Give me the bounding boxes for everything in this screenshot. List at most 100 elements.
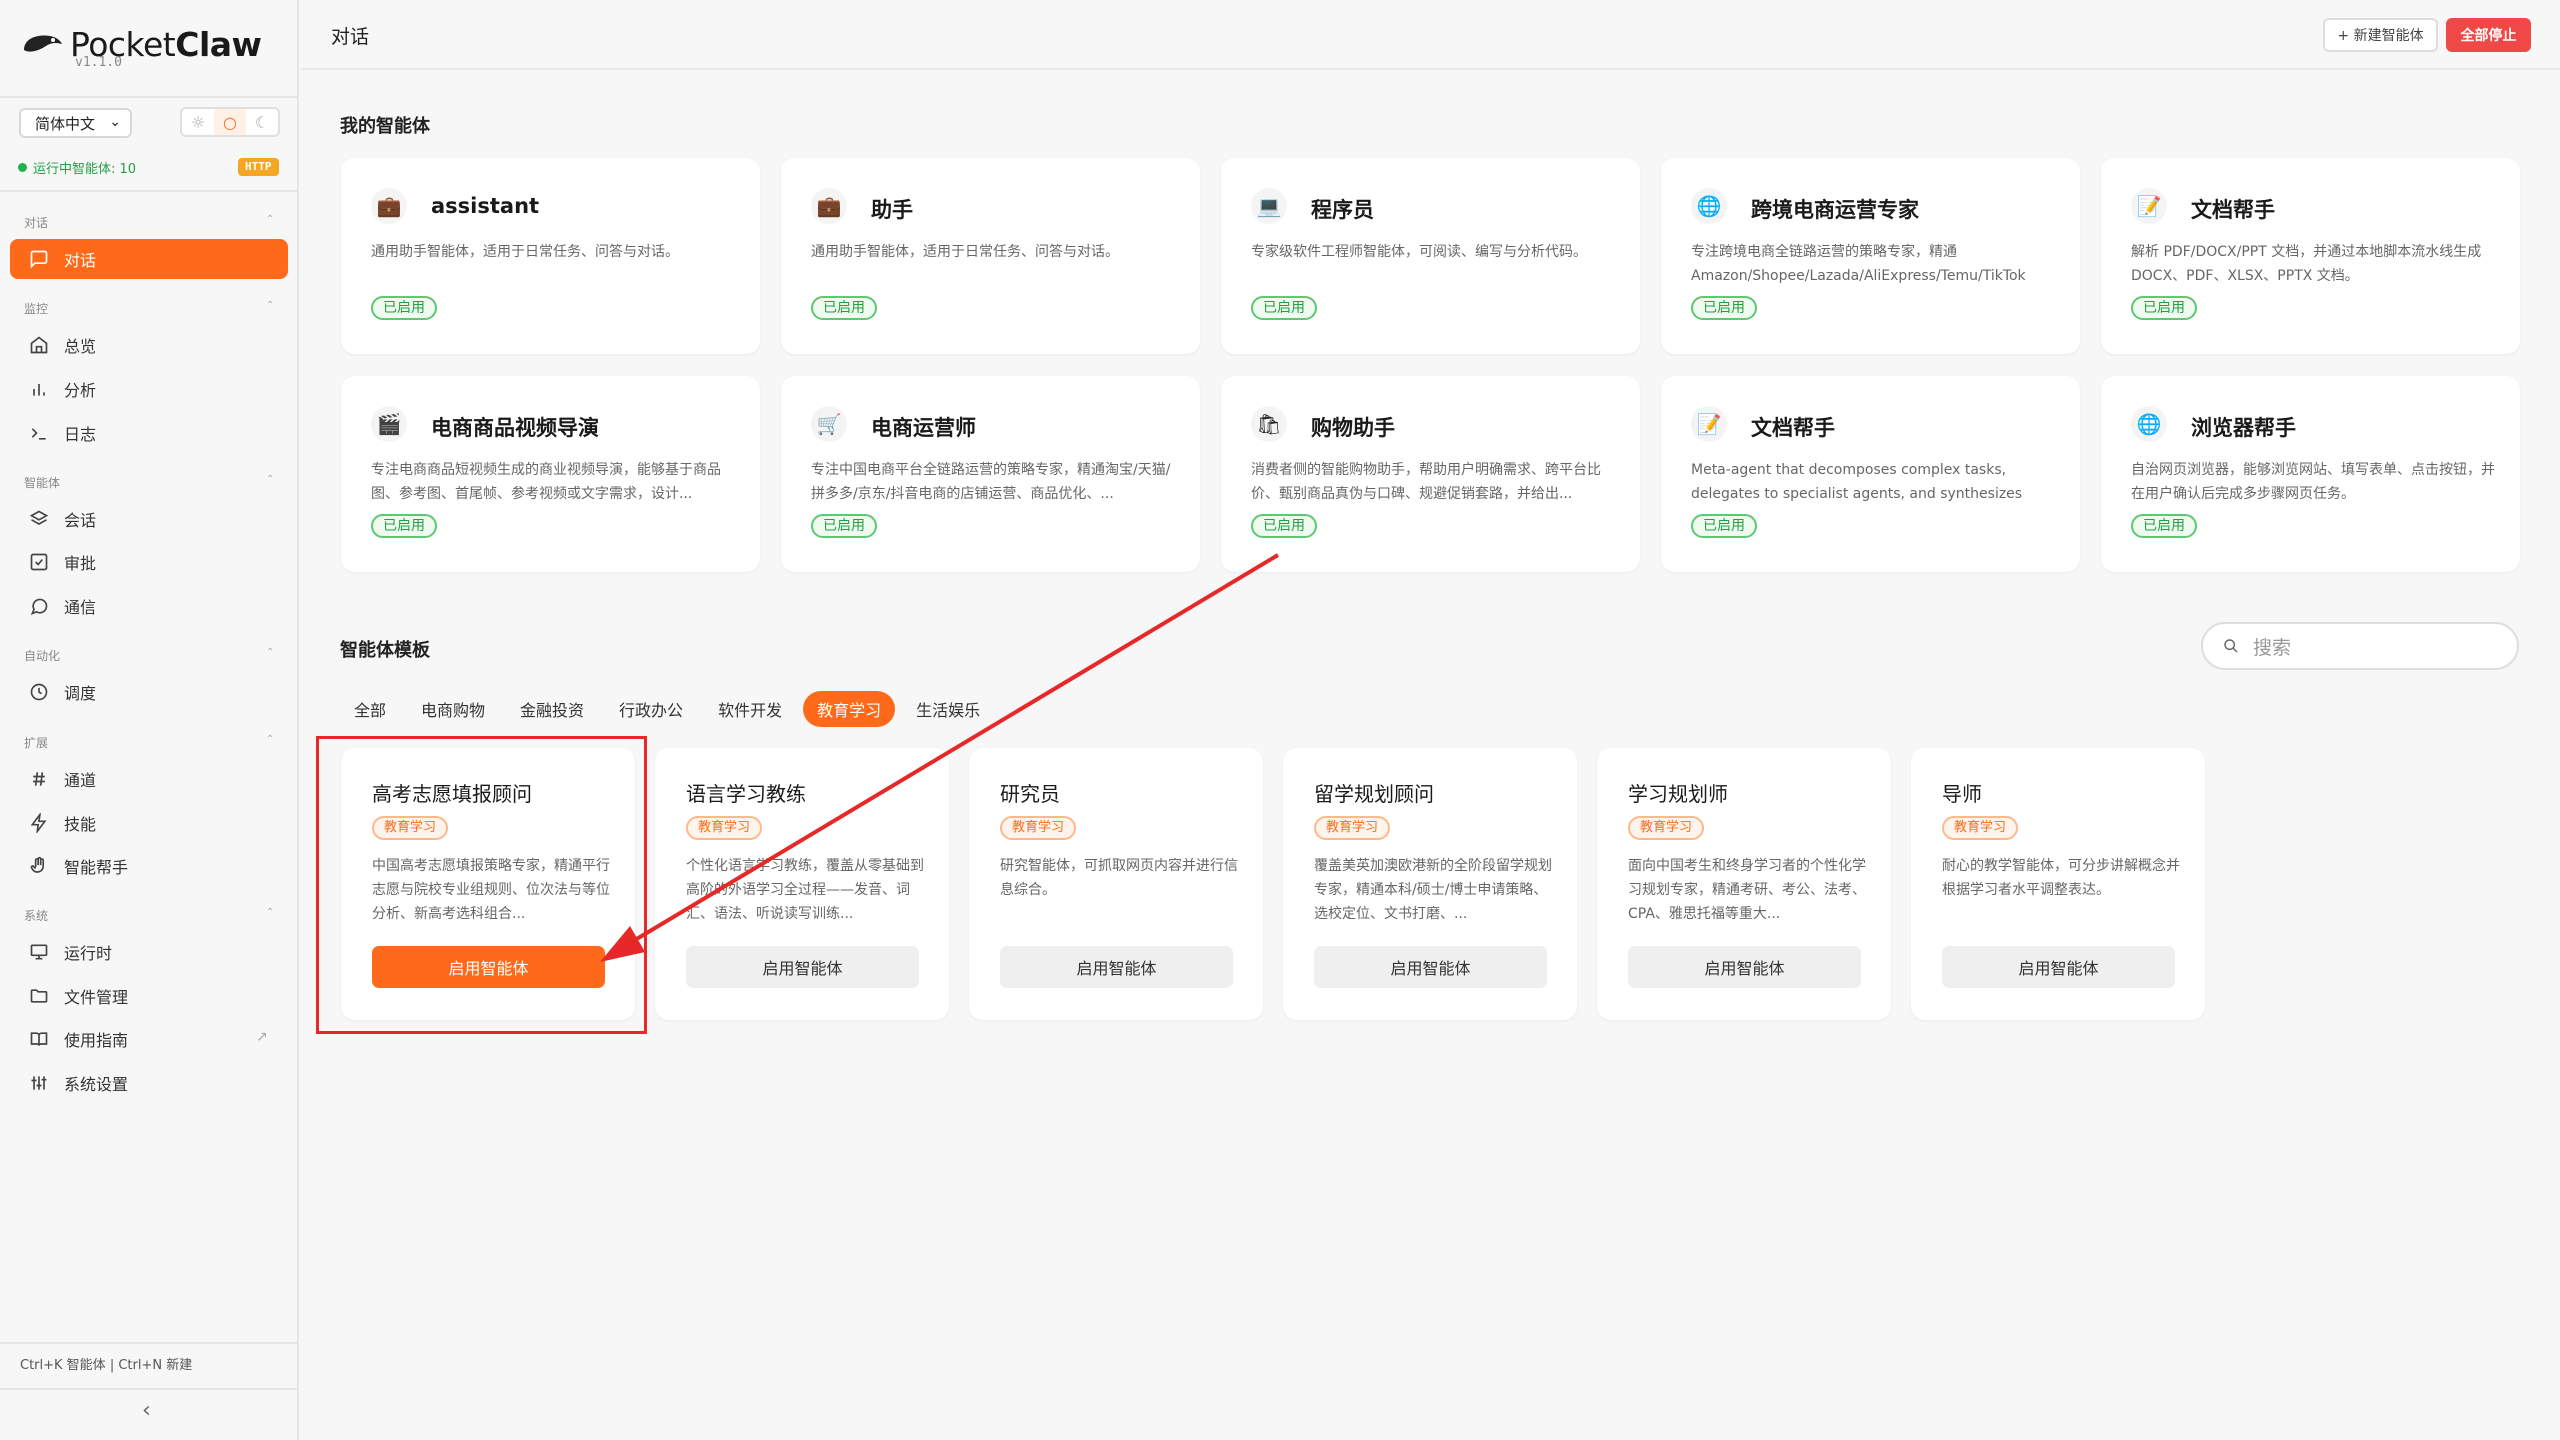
sun-icon[interactable]: ☼: [182, 109, 214, 135]
template-card: 语言学习教练 教育学习 个性化语言学习教练，覆盖从零基础到高阶的外语学习全过程—…: [655, 748, 949, 1020]
http-badge: HTTP: [238, 158, 279, 176]
agent-name: 浏览器帮手: [2191, 416, 2296, 440]
stop-all-button[interactable]: 全部停止: [2446, 18, 2531, 52]
sidebar-item-settings[interactable]: 系统设置: [10, 1063, 288, 1103]
agent-card[interactable]: 💼 助手 通用助手智能体，适用于日常任务、问答与对话。 已启用: [781, 158, 1200, 354]
agent-card[interactable]: 💼 assistant 通用助手智能体，适用于日常任务、问答与对话。 已启用: [341, 158, 760, 354]
template-description: 耐心的教学智能体，可分步讲解概念并根据学习者水平调整表达。: [1942, 858, 2180, 898]
sidebar-item-user-guide[interactable]: 使用指南: [10, 1019, 288, 1059]
template-card: 研究员 教育学习 研究智能体，可抓取网页内容并进行信息综合。 启用智能体: [969, 748, 1263, 1020]
search-icon: [2224, 639, 2238, 653]
sidebar-item-communication[interactable]: 通信: [10, 586, 288, 626]
collapse-sidebar-button[interactable]: ‹: [142, 1398, 151, 1423]
divider: [0, 1388, 299, 1390]
chat-icon: [28, 248, 50, 270]
template-search-input[interactable]: 搜索: [2201, 622, 2519, 670]
caret-icon[interactable]: ⌃: [266, 907, 274, 918]
divider: [0, 1342, 299, 1344]
sidebar-item-file-manager[interactable]: 文件管理: [10, 976, 288, 1016]
tab-office[interactable]: 行政办公: [605, 691, 697, 727]
category-badge: 教育学习: [1000, 816, 1077, 840]
sidebar-item-skills[interactable]: 技能: [10, 803, 288, 843]
tab-ecommerce[interactable]: 电商购物: [407, 691, 499, 727]
enable-agent-button[interactable]: 启用智能体: [1942, 946, 2175, 988]
hand-icon: [28, 855, 50, 877]
check-square-icon: [28, 551, 50, 573]
language-select[interactable]: 简体中文 ⌄: [19, 108, 132, 138]
caret-icon[interactable]: ⌃: [266, 474, 274, 485]
cart-icon: 🛒: [811, 406, 847, 442]
tab-software[interactable]: 软件开发: [704, 691, 796, 727]
system-theme-icon[interactable]: ○: [214, 109, 246, 135]
agent-card[interactable]: 🌐 浏览器帮手 自治网页浏览器，能够浏览网站、填写表单、点击按钮，并在用户确认后…: [2101, 376, 2520, 572]
sidebar-item-chat[interactable]: 对话: [10, 239, 288, 279]
briefcase-icon: 💼: [371, 188, 407, 224]
enable-agent-button[interactable]: 启用智能体: [1000, 946, 1233, 988]
agent-name: 助手: [871, 198, 913, 222]
agent-card[interactable]: 🛍 购物助手 消费者侧的智能购物助手，帮助用户明确需求、跨平台比价、甄别商品真伪…: [1221, 376, 1640, 572]
zap-icon: [28, 812, 50, 834]
template-description: 研究智能体，可抓取网页内容并进行信息综合。: [1000, 858, 1238, 898]
agent-card[interactable]: 🌐 跨境电商运营专家 专注跨境电商全链路运营的策略专家，精通Amazon/Sho…: [1661, 158, 2080, 354]
sidebar-item-logs[interactable]: 日志: [10, 413, 288, 453]
globe-icon: 🌐: [1691, 188, 1727, 224]
status-badge: 已启用: [371, 296, 437, 320]
sidebar-item-sessions[interactable]: 会话: [10, 499, 288, 539]
tab-all[interactable]: 全部: [340, 691, 400, 727]
agent-card[interactable]: 📝 文档帮手 Meta-agent that decomposes comple…: [1661, 376, 2080, 572]
enable-agent-button[interactable]: 启用智能体: [1314, 946, 1547, 988]
templates-title: 智能体模板: [340, 640, 430, 661]
chevron-down-icon: ⌄: [109, 114, 121, 130]
template-description: 中国高考志愿填报策略专家，精通平行志愿与院校专业组规则、位次法与等位分析、新高考…: [372, 858, 610, 922]
logo[interactable]: PocketClaw: [20, 14, 262, 74]
sidebar-item-analytics[interactable]: 分析: [10, 369, 288, 409]
template-name: 学习规划师: [1628, 782, 1728, 806]
agent-name: 购物助手: [1311, 416, 1395, 440]
template-name: 导师: [1942, 782, 1982, 806]
caret-icon[interactable]: ⌃: [266, 734, 274, 745]
agent-card[interactable]: 🎬 电商商品视频导演 专注电商商品短视频生成的商业视频导演，能够基于商品图、参考…: [341, 376, 760, 572]
sidebar-item-overview[interactable]: 总览: [10, 325, 288, 365]
agent-description: 自治网页浏览器，能够浏览网站、填写表单、点击按钮，并在用户确认后完成多步骤网页任…: [2131, 462, 2495, 502]
category-badge: 教育学习: [1314, 816, 1391, 840]
caret-icon[interactable]: ⌃: [266, 214, 274, 225]
agent-card[interactable]: 💻 程序员 专家级软件工程师智能体，可阅读、编写与分析代码。 已启用: [1221, 158, 1640, 354]
caret-icon[interactable]: ⌃: [266, 647, 274, 658]
enable-agent-button[interactable]: 启用智能体: [372, 946, 605, 988]
agent-card[interactable]: 🛒 电商运营师 专注中国电商平台全链路运营的策略专家，精通淘宝/天猫/拼多多/京…: [781, 376, 1200, 572]
status-badge: 已启用: [1251, 514, 1317, 538]
sidebar-item-runtime[interactable]: 运行时: [10, 932, 288, 972]
sidebar-item-smart-helper[interactable]: 智能帮手: [10, 846, 288, 886]
template-card: 学习规划师 教育学习 面向中国考生和终身学习者的个性化学习规划专家，精通考研、考…: [1597, 748, 1891, 1020]
divider: [0, 190, 299, 192]
memo-icon: 📝: [2131, 188, 2167, 224]
book-icon: [28, 1028, 50, 1050]
laptop-icon: 💻: [1251, 188, 1287, 224]
category-badge: 教育学习: [1942, 816, 2019, 840]
sidebar-item-channels[interactable]: 通道: [10, 759, 288, 799]
moon-icon[interactable]: ☾: [246, 109, 278, 135]
tab-finance[interactable]: 金融投资: [506, 691, 598, 727]
sidebar-item-schedule[interactable]: 调度: [10, 672, 288, 712]
agent-card[interactable]: 📝 文档帮手 解析 PDF/DOCX/PPT 文档，并通过本地脚本流水线生成 D…: [2101, 158, 2520, 354]
running-agents-status: 运行中智能体: 10: [18, 158, 136, 177]
globe-icon: 🌐: [2131, 406, 2167, 442]
sidebar: PocketClaw v1.1.0 简体中文 ⌄ ☼ ○ ☾ 运行中智能体: 1…: [0, 0, 299, 1440]
enable-agent-button[interactable]: 启用智能体: [1628, 946, 1861, 988]
page-header: 对话 + 新建智能体 全部停止: [301, 0, 2560, 70]
tab-education[interactable]: 教育学习: [803, 691, 896, 727]
sidebar-item-approvals[interactable]: 审批: [10, 542, 288, 582]
section-title-automation: 自动化: [24, 649, 61, 663]
clock-icon: [28, 681, 50, 703]
home-icon: [28, 334, 50, 356]
tab-lifestyle[interactable]: 生活娱乐: [902, 691, 994, 727]
agent-description: 通用助手智能体，适用于日常任务、问答与对话。: [371, 244, 679, 260]
enable-agent-button[interactable]: 启用智能体: [686, 946, 919, 988]
shortcut-hint: Ctrl+K 智能体 | Ctrl+N 新建: [20, 1358, 193, 1373]
template-name: 语言学习教练: [686, 782, 806, 806]
briefcase-icon: 💼: [811, 188, 847, 224]
clapper-icon: 🎬: [371, 406, 407, 442]
caret-icon[interactable]: ⌃: [266, 300, 274, 311]
new-agent-button[interactable]: + 新建智能体: [2323, 18, 2438, 52]
agent-name: 电商商品视频导演: [431, 416, 599, 440]
